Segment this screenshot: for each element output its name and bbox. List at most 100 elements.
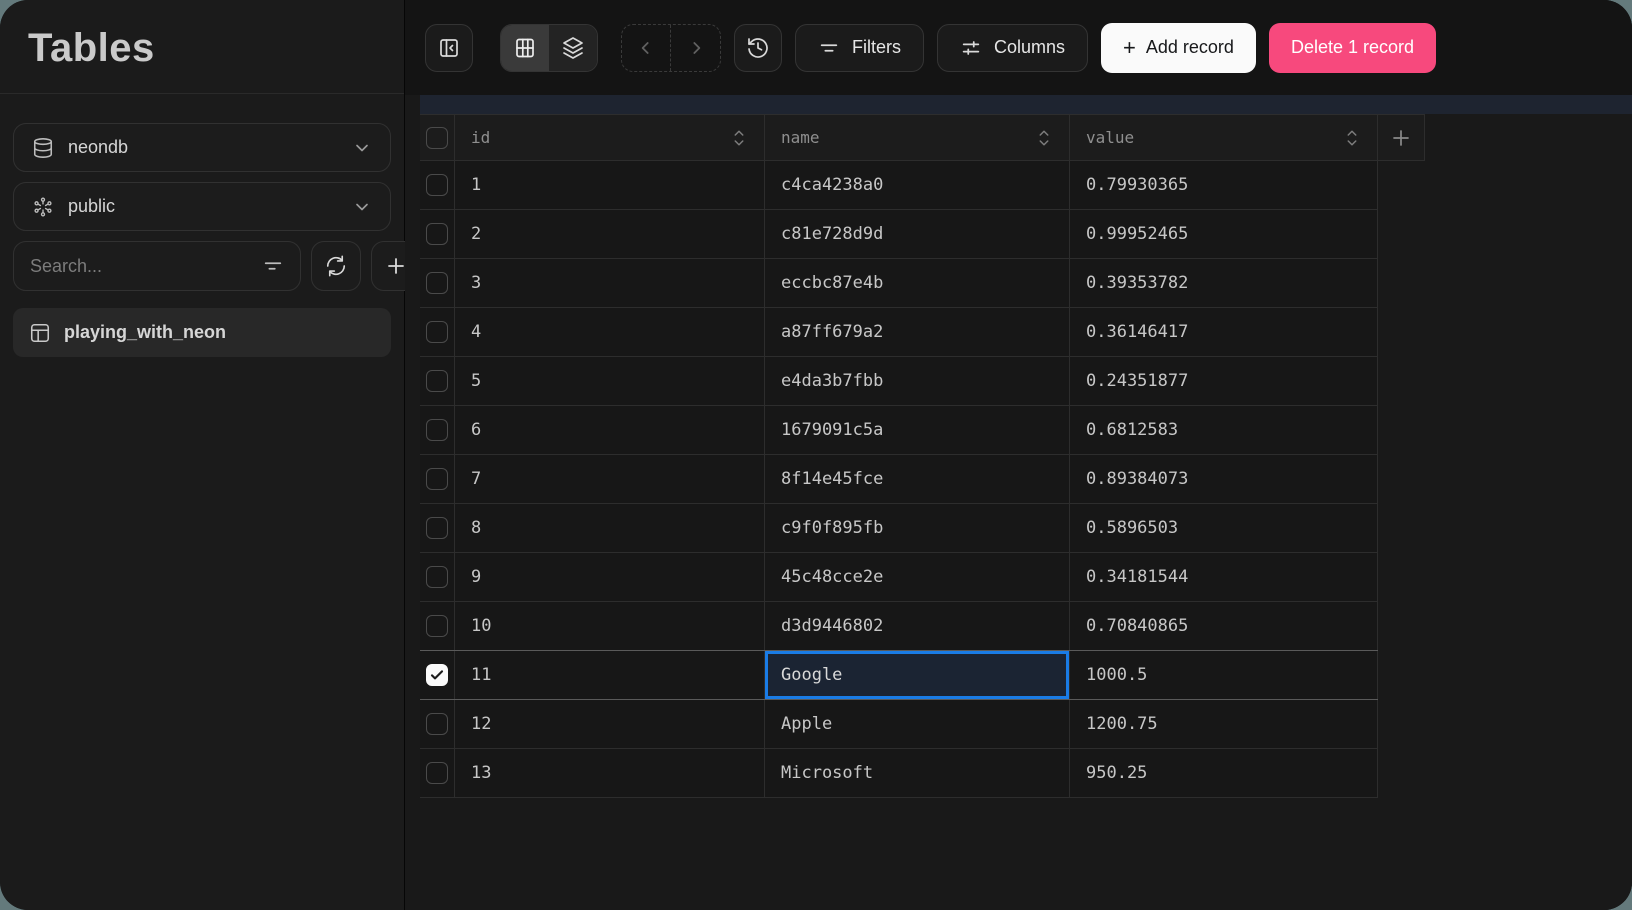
columns-button[interactable]: Columns (937, 24, 1088, 72)
cell-id[interactable]: 8 (455, 504, 765, 552)
refresh-button[interactable] (311, 241, 361, 291)
schema-select-value: public (68, 196, 352, 217)
table-row: 12Apple1200.75 (420, 700, 1378, 749)
cell-name[interactable]: c9f0f895fb (765, 504, 1070, 552)
sidebar-item-playing-with-neon[interactable]: playing_with_neon (13, 308, 391, 357)
cell-id[interactable]: 11 (455, 651, 765, 699)
cell-name[interactable]: d3d9446802 (765, 602, 1070, 650)
row-checkbox[interactable] (426, 370, 448, 392)
select-all-checkbox[interactable] (426, 127, 448, 149)
cell-value[interactable]: 1200.75 (1070, 700, 1378, 748)
cell-id[interactable]: 7 (455, 455, 765, 503)
chevron-down-icon (352, 138, 372, 158)
database-select[interactable]: neondb (13, 123, 391, 172)
plus-icon: + (1123, 35, 1136, 61)
cell-value[interactable]: 0.24351877 (1070, 357, 1378, 405)
cell-id[interactable]: 1 (455, 161, 765, 209)
table-top-strip (420, 95, 1632, 114)
row-checkbox[interactable] (426, 762, 448, 784)
cell-value[interactable]: 0.36146417 (1070, 308, 1378, 356)
add-record-button[interactable]: + Add record (1101, 23, 1256, 73)
cell-id[interactable]: 3 (455, 259, 765, 307)
row-checkbox-cell (420, 455, 455, 503)
cell-name[interactable]: c4ca4238a0 (765, 161, 1070, 209)
cell-id[interactable]: 12 (455, 700, 765, 748)
cell-id[interactable]: 4 (455, 308, 765, 356)
cell-id[interactable]: 5 (455, 357, 765, 405)
cell-name[interactable]: 8f14e45fce (765, 455, 1070, 503)
row-checkbox[interactable] (426, 566, 448, 588)
row-checkbox[interactable] (426, 272, 448, 294)
table-content: id name value (405, 95, 1632, 910)
cell-value[interactable]: 0.6812583 (1070, 406, 1378, 454)
row-checkbox-cell (420, 357, 455, 405)
row-checkbox[interactable] (426, 664, 448, 686)
sort-chevrons-icon[interactable] (1035, 127, 1053, 149)
cell-value[interactable]: 0.70840865 (1070, 602, 1378, 650)
grid-view-button[interactable] (501, 25, 549, 71)
cell-name[interactable]: Apple (765, 700, 1070, 748)
cell-value[interactable]: 0.89384073 (1070, 455, 1378, 503)
cell-value[interactable]: 950.25 (1070, 749, 1378, 797)
cell-name[interactable]: c81e728d9d (765, 210, 1070, 258)
cell-name[interactable]: Google (765, 651, 1070, 699)
cell-name[interactable]: 1679091c5a (765, 406, 1070, 454)
redo-button[interactable] (671, 25, 720, 71)
cell-value[interactable]: 0.5896503 (1070, 504, 1378, 552)
table-row: 1c4ca4238a00.79930365 (420, 161, 1378, 210)
schema-select[interactable]: public (13, 182, 391, 231)
row-checkbox-cell (420, 161, 455, 209)
collapse-sidebar-button[interactable] (425, 24, 473, 72)
row-checkbox[interactable] (426, 174, 448, 196)
table-row: 8c9f0f895fb0.5896503 (420, 504, 1378, 553)
filter-lines-icon (262, 255, 284, 277)
cell-id[interactable]: 10 (455, 602, 765, 650)
cell-value[interactable]: 0.99952465 (1070, 210, 1378, 258)
delete-record-button[interactable]: Delete 1 record (1269, 23, 1436, 73)
cell-value[interactable]: 1000.5 (1070, 651, 1378, 699)
undo-button[interactable] (622, 25, 671, 71)
layers-view-button[interactable] (549, 25, 597, 71)
search-row (13, 241, 391, 291)
history-button[interactable] (734, 24, 782, 72)
cell-id[interactable]: 9 (455, 553, 765, 601)
row-checkbox[interactable] (426, 713, 448, 735)
cell-id[interactable]: 6 (455, 406, 765, 454)
row-checkbox-cell (420, 700, 455, 748)
filters-button-label: Filters (852, 37, 901, 58)
table-header-row: id name value (420, 114, 1425, 161)
table-row: 11Google1000.5 (420, 650, 1378, 700)
row-checkbox[interactable] (426, 223, 448, 245)
row-checkbox[interactable] (426, 517, 448, 539)
row-checkbox[interactable] (426, 419, 448, 441)
column-header-value[interactable]: value (1070, 115, 1378, 160)
cell-id[interactable]: 2 (455, 210, 765, 258)
search-box[interactable] (13, 241, 301, 291)
page-title: Tables (28, 26, 376, 71)
cell-name[interactable]: Microsoft (765, 749, 1070, 797)
sort-chevrons-icon[interactable] (1343, 127, 1361, 149)
history-icon (746, 36, 770, 60)
cell-id[interactable]: 13 (455, 749, 765, 797)
column-header-id[interactable]: id (455, 115, 765, 160)
column-header-name[interactable]: name (765, 115, 1070, 160)
row-checkbox[interactable] (426, 321, 448, 343)
cell-name[interactable]: 45c48cce2e (765, 553, 1070, 601)
cell-value[interactable]: 0.79930365 (1070, 161, 1378, 209)
filters-button[interactable]: Filters (795, 24, 924, 72)
history-nav-group (621, 24, 721, 72)
sidebar-header: Tables (0, 0, 404, 94)
table-row: 2c81e728d9d0.99952465 (420, 210, 1378, 259)
cell-value[interactable]: 0.39353782 (1070, 259, 1378, 307)
chevron-right-icon (686, 38, 706, 58)
select-all-checkbox-cell (420, 115, 455, 160)
row-checkbox[interactable] (426, 468, 448, 490)
cell-value[interactable]: 0.34181544 (1070, 553, 1378, 601)
cell-name[interactable]: eccbc87e4b (765, 259, 1070, 307)
add-column-button[interactable] (1378, 115, 1425, 160)
cell-name[interactable]: e4da3b7fbb (765, 357, 1070, 405)
cell-name[interactable]: a87ff679a2 (765, 308, 1070, 356)
row-checkbox[interactable] (426, 615, 448, 637)
sort-chevrons-icon[interactable] (730, 127, 748, 149)
search-input[interactable] (30, 256, 262, 277)
